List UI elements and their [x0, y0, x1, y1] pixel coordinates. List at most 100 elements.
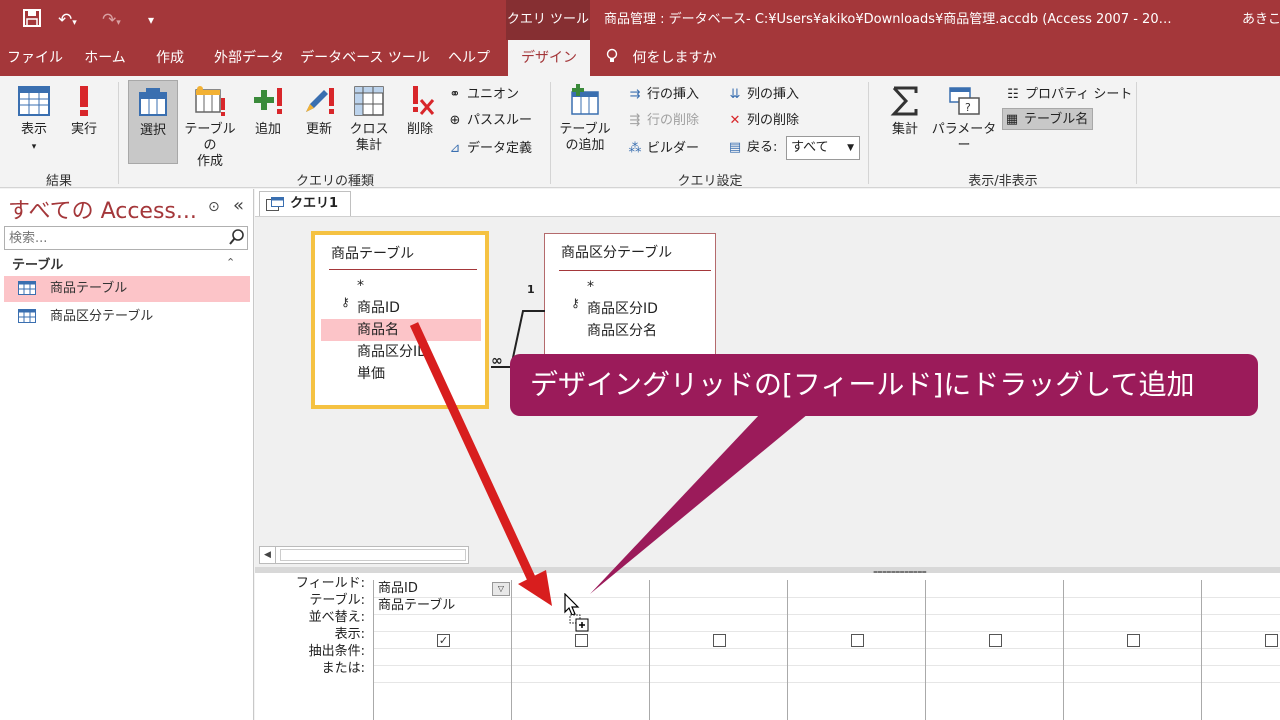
nav-pane-title[interactable]: すべての Access... [8, 193, 197, 225]
grid-row-line [512, 682, 650, 683]
field-item-category-name[interactable]: 商品区分名 [587, 320, 657, 342]
grid-column-5[interactable] [925, 580, 1064, 720]
delete-x-icon [413, 86, 435, 115]
tab-design[interactable]: デザイン [508, 40, 590, 76]
table-names-icon: ▦ [1005, 112, 1019, 127]
parameters-button[interactable]: ? パラメーター [930, 84, 998, 168]
delete-columns-button[interactable]: ✕ 列の削除 [726, 110, 799, 132]
update-query-button[interactable]: 更新 [296, 84, 342, 168]
view-button[interactable]: 表示 ▾ [10, 84, 58, 168]
field-list-title[interactable]: 商品テーブル [331, 243, 414, 263]
data-definition-button[interactable]: ⊿ データ定義 [446, 138, 532, 160]
show-checkbox[interactable] [1265, 634, 1278, 647]
grid-column-4[interactable] [787, 580, 926, 720]
field-item-category-id[interactable]: 商品区分ID [587, 298, 658, 320]
customize-qat-icon[interactable]: ▾ [148, 8, 154, 32]
globe-icon: ⊕ [449, 113, 461, 128]
navigation-pane: すべての Access... ⊙ « テーブル ⌃ 商品テーブル 商品区分テーブ… [0, 189, 254, 720]
crosstab-query-button[interactable]: クロス 集計 [344, 84, 394, 168]
svg-text:?: ? [965, 101, 971, 114]
run-button[interactable]: 実行 [62, 84, 106, 168]
group-separator [118, 82, 119, 184]
tab-external-data[interactable]: 外部データ [204, 40, 294, 76]
row-label-field: フィールド: [295, 576, 365, 591]
nav-item-products-table[interactable]: 商品テーブル [4, 276, 250, 302]
nav-group-header[interactable]: テーブル [12, 254, 63, 273]
scroll-left-icon[interactable]: ◀ [260, 547, 276, 563]
insert-rows-button[interactable]: ⇉ 行の挿入 [626, 84, 699, 106]
select-query-icon [139, 88, 167, 116]
property-sheet-button[interactable]: ☷ プロパティ シート [1004, 84, 1132, 106]
nav-search-input[interactable] [5, 227, 223, 249]
show-checkbox[interactable] [1127, 634, 1140, 647]
field-item-star[interactable]: * [587, 276, 594, 298]
field-list-products[interactable]: 商品テーブル * ⚷ 商品ID 商品名 商品区分ID 単価 [311, 231, 489, 409]
table-icon [18, 309, 36, 323]
show-table-button[interactable]: テーブル の追加 [556, 84, 614, 168]
grid-column-3[interactable] [649, 580, 788, 720]
scrollbar-thumb[interactable] [280, 549, 466, 561]
field-item-unit-price[interactable]: 単価 [357, 363, 385, 385]
grid-table-cell[interactable]: 商品テーブル [378, 597, 455, 614]
append-query-button[interactable]: 追加 [244, 84, 292, 168]
grid-row-line [1202, 648, 1280, 649]
show-checkbox[interactable] [989, 634, 1002, 647]
search-icon[interactable] [229, 228, 245, 250]
table-names-button[interactable]: ▦ テーブル名 [1002, 108, 1094, 130]
tab-help[interactable]: ヘルプ [436, 40, 502, 76]
tell-me-box[interactable]: 何をしますか [606, 40, 716, 76]
row-label-show: 表示: [334, 627, 365, 642]
grid-field-cell[interactable]: 商品ID [378, 580, 418, 597]
tab-home[interactable]: ホーム [74, 40, 136, 76]
grid-row-line [512, 665, 650, 666]
redo-icon[interactable]: ↷▾ [102, 8, 121, 32]
show-checkbox[interactable] [851, 634, 864, 647]
relationship-one-label: 1 [527, 283, 535, 296]
tab-file[interactable]: ファイル [0, 40, 70, 76]
field-item-product-name[interactable]: 商品名 [321, 319, 481, 341]
select-query-button[interactable]: 選択 [128, 80, 178, 164]
insert-columns-button[interactable]: ⇊ 列の挿入 [726, 84, 799, 106]
nav-collapse-icon[interactable]: « [233, 195, 244, 216]
builder-button[interactable]: ⁂ ビルダー [626, 138, 700, 160]
field-item-star[interactable]: * [357, 275, 364, 297]
grid-row-line [926, 648, 1064, 649]
delete-rows-icon: ⇶ [629, 113, 641, 128]
passthrough-query-button[interactable]: ⊕ パススルー [446, 110, 532, 132]
tab-database-tools[interactable]: データベース ツール [300, 40, 430, 76]
doc-tab-query1[interactable]: クエリ1 [259, 191, 351, 217]
nav-item-category-table[interactable]: 商品区分テーブル [4, 304, 250, 330]
user-name[interactable]: あきこ [1242, 0, 1280, 40]
union-query-button[interactable]: ⚭ ユニオン [446, 84, 519, 106]
design-grid: フィールド: テーブル: 並べ替え: 表示: 抽出条件: または: 商品ID ▽… [255, 573, 1280, 720]
group-separator [550, 82, 551, 184]
horizontal-scrollbar[interactable]: ◀ [259, 546, 469, 564]
grid-row-line [1202, 597, 1280, 598]
chevron-down-icon[interactable]: ▽ [492, 582, 510, 596]
make-table-button[interactable]: テーブルの 作成 [180, 84, 240, 169]
totals-button[interactable]: 集計 [884, 84, 926, 168]
grid-row-line [926, 665, 1064, 666]
field-list-title[interactable]: 商品区分テーブル [561, 242, 672, 262]
delete-rows-button[interactable]: ⇶ 行の削除 [626, 110, 699, 132]
nav-menu-icon[interactable]: ⊙ [208, 199, 220, 215]
tab-create[interactable]: 作成 [142, 40, 198, 76]
tell-me-text: 何をしますか [632, 50, 717, 66]
save-icon[interactable] [22, 8, 42, 32]
chevron-up-icon[interactable]: ⌃ [226, 256, 235, 269]
grid-row-line [1064, 614, 1202, 615]
field-item-category-id[interactable]: 商品区分ID [357, 341, 428, 363]
show-checkbox[interactable] [575, 634, 588, 647]
grid-column-7[interactable] [1201, 580, 1280, 720]
key-icon: ⚷ [341, 295, 350, 309]
relationship-many-label: ∞ [491, 353, 503, 369]
field-item-product-id[interactable]: 商品ID [357, 297, 400, 319]
return-select[interactable]: すべて ▼ [786, 136, 860, 160]
grid-column-1[interactable]: 商品ID ▽ 商品テーブル ✓ [373, 580, 512, 720]
delete-query-button[interactable]: 削除 [398, 84, 442, 168]
show-checkbox[interactable]: ✓ [437, 634, 450, 647]
show-checkbox[interactable] [713, 634, 726, 647]
undo-icon[interactable]: ↶▾ [58, 8, 77, 32]
grid-column-6[interactable] [1063, 580, 1202, 720]
field-list-categories[interactable]: 商品区分テーブル * ⚷ 商品区分ID 商品区分名 [544, 233, 716, 359]
